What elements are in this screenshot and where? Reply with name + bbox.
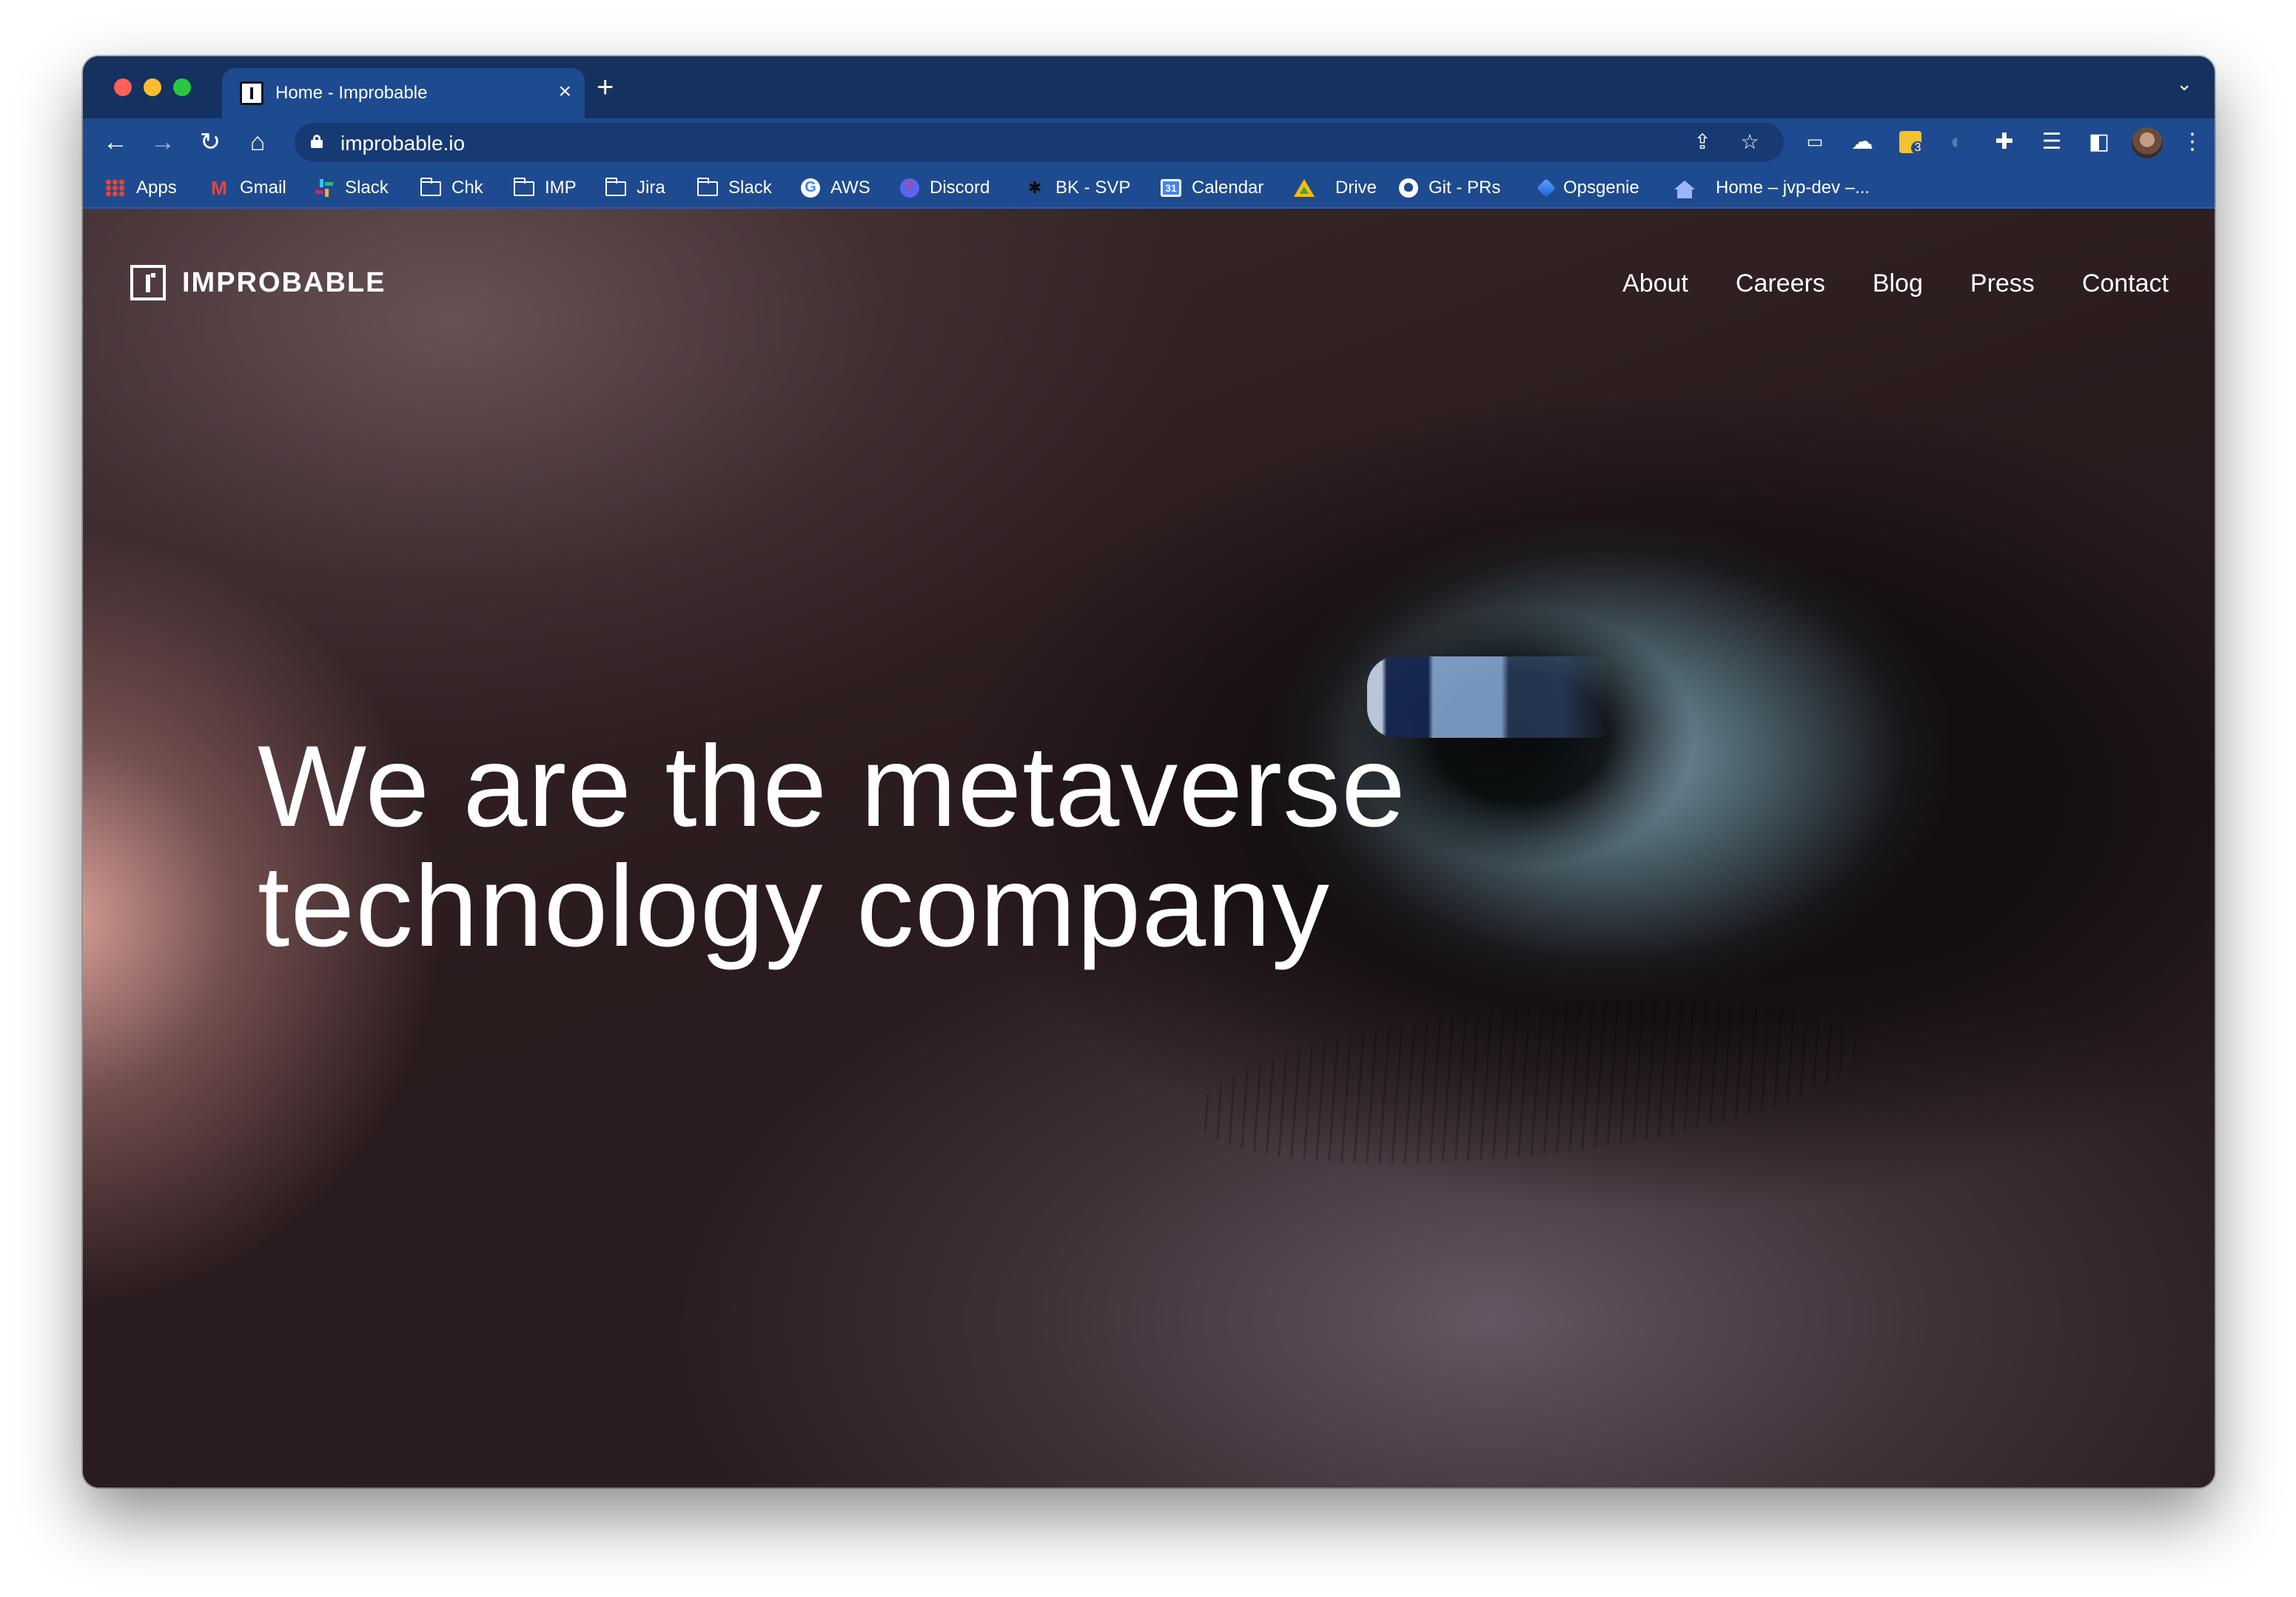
profile-avatar[interactable] xyxy=(2132,127,2163,158)
page-content: IMPROBABLE About Careers Blog Press Cont… xyxy=(83,209,2215,1487)
bookmark-home-jvp-dev[interactable]: Home – jvp-dev –... xyxy=(1674,176,1870,200)
bookmark-aws[interactable]: G AWS xyxy=(801,176,870,200)
bookmark-bk-svp[interactable]: ✱ BK - SVP xyxy=(1024,176,1131,200)
bookmark-slack[interactable]: Slack xyxy=(314,176,389,200)
hero-headline-line-2: technology company xyxy=(258,842,1330,971)
bookmark-opsgenie[interactable]: Opsgenie xyxy=(1537,176,1639,200)
share-icon[interactable]: ⇪ xyxy=(1691,130,1714,154)
folder-icon xyxy=(514,178,534,196)
menu-kebab-icon[interactable]: ⋮ xyxy=(2179,129,2206,155)
new-tab-button[interactable]: + xyxy=(597,71,614,104)
extensions-puzzle-icon[interactable]: ✚ xyxy=(1991,129,2018,155)
browser-toolbar: ← → ↻ ⌂ improbable.io ⇪ ☆ ▭ ☁ 3 ◐ ✚ ☰ ◧ … xyxy=(83,118,2215,166)
bookmark-star-icon[interactable]: ☆ xyxy=(1738,130,1762,154)
tab-search-chevron-icon[interactable]: ⌄ xyxy=(2176,73,2192,95)
improbable-logo[interactable]: IMPROBABLE xyxy=(130,265,386,300)
drive-icon xyxy=(1294,179,1315,197)
gmail-icon: M xyxy=(211,177,227,199)
tab-home-improbable[interactable]: Home - Improbable × xyxy=(222,68,585,118)
site-nav: About Careers Blog Press Contact xyxy=(1575,269,2169,298)
reading-list-icon[interactable]: ☰ xyxy=(2038,129,2065,155)
nav-link-press[interactable]: Press xyxy=(1970,269,2035,298)
bookmark-discord[interactable]: 7 Discord xyxy=(900,176,990,200)
nav-link-about[interactable]: About xyxy=(1622,269,1688,298)
maximize-window-button[interactable] xyxy=(173,78,191,96)
bookmark-gmail[interactable]: M Gmail xyxy=(209,176,286,200)
bookmarks-bar: Apps M Gmail Slack Chk IMP Jira Slack G AW… xyxy=(83,166,2215,209)
forward-button[interactable]: → xyxy=(147,126,179,158)
hero-headline-line-1: We are the metaverse xyxy=(258,722,1406,851)
side-panel-icon[interactable]: ◧ xyxy=(2086,129,2112,155)
bookmark-git-prs[interactable]: Git - PRs xyxy=(1399,176,1500,200)
calendar-icon: 31 xyxy=(1161,179,1181,197)
slack-icon xyxy=(314,179,335,197)
bookmark-apps[interactable]: Apps xyxy=(105,176,177,200)
nav-link-careers[interactable]: Careers xyxy=(1736,269,1825,298)
bk-icon: ✱ xyxy=(1027,178,1042,197)
logo-text: IMPROBABLE xyxy=(182,266,386,298)
home-button[interactable]: ⌂ xyxy=(241,126,274,158)
tab-strip: Home - Improbable × + ⌄ xyxy=(83,56,2215,118)
nav-link-blog[interactable]: Blog xyxy=(1873,269,1923,298)
discord-icon: 7 xyxy=(900,178,919,198)
bookmark-folder-jira[interactable]: Jira xyxy=(605,176,665,200)
extension-badge: 3 xyxy=(1911,141,1924,155)
minimize-window-button[interactable] xyxy=(144,78,161,96)
apps-grid-icon xyxy=(105,179,126,197)
folder-icon xyxy=(420,178,441,196)
bookmark-folder-slack[interactable]: Slack xyxy=(697,176,772,200)
folder-icon xyxy=(697,178,718,196)
opsgenie-icon xyxy=(1537,178,1556,198)
reload-button[interactable]: ↻ xyxy=(194,126,226,158)
github-icon xyxy=(1399,178,1418,198)
bookmark-folder-imp[interactable]: IMP xyxy=(514,176,577,200)
browser-window: Home - Improbable × + ⌄ ← → ↻ ⌂ improbab… xyxy=(83,56,2215,1487)
close-window-button[interactable] xyxy=(114,78,132,96)
hero-headline: We are the metaverse technology company xyxy=(258,727,1516,966)
improbable-favicon-icon xyxy=(240,81,263,105)
bookmark-folder-chk[interactable]: Chk xyxy=(420,176,483,200)
bookmark-calendar[interactable]: 31 Calendar xyxy=(1161,176,1263,200)
bookmark-drive[interactable]: Drive xyxy=(1294,176,1377,200)
nav-link-contact[interactable]: Contact xyxy=(2082,269,2169,298)
folder-icon xyxy=(605,178,626,196)
improbable-logo-icon xyxy=(130,265,166,300)
address-url[interactable]: improbable.io xyxy=(340,132,465,155)
cast-icon[interactable]: ▭ xyxy=(1802,129,1828,155)
google-icon: G xyxy=(801,178,820,198)
tab-title: Home - Improbable xyxy=(275,83,428,103)
lock-icon[interactable] xyxy=(311,135,323,148)
extension-dimmed-icon[interactable]: ◐ xyxy=(1944,129,1970,155)
extension-cloud-icon[interactable]: ☁ xyxy=(1849,129,1876,155)
sticky-notes-extension-icon[interactable]: 3 xyxy=(1899,131,1924,155)
address-bar[interactable]: improbable.io ⇪ ☆ xyxy=(295,123,1784,161)
home-icon xyxy=(1674,181,1695,198)
tab-close-icon[interactable]: × xyxy=(558,78,571,105)
back-button[interactable]: ← xyxy=(99,126,132,158)
